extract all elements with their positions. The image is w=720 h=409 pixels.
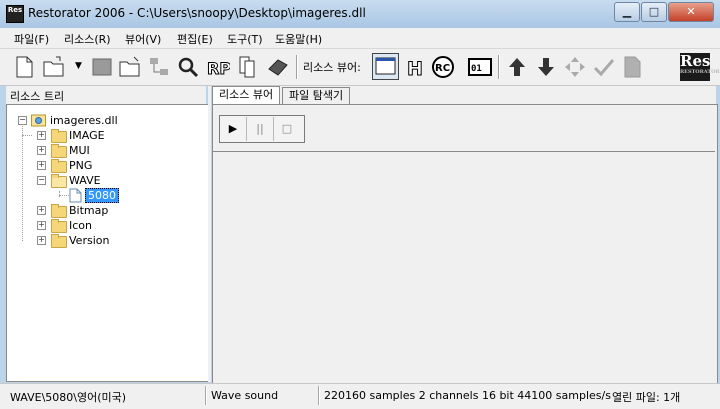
expand-icon[interactable]: + (37, 161, 46, 170)
tree-label: Bitmap (69, 204, 109, 217)
open-folder-icon (51, 174, 67, 188)
tree-structure-icon[interactable] (147, 55, 171, 79)
tree-line (22, 135, 32, 137)
expand-icon[interactable]: + (37, 146, 46, 155)
window-title: Restorator 2006 - C:\Users\snoopy\Deskto… (28, 6, 366, 20)
status-separator (318, 386, 320, 405)
toolbar: ▼ RP 리소스 뷰어: H RC 01 (0, 49, 720, 86)
status-bar: WAVE\5080\영어(미국) Wave sound 220160 sampl… (0, 383, 720, 409)
pane-splitter[interactable] (208, 86, 211, 382)
viewer-tabs: 리소스 뷰어 파일 탐색기 (212, 86, 716, 104)
tree-label: Version (69, 234, 110, 247)
tree-node-mui[interactable]: + MUI (7, 143, 207, 158)
menu-resource[interactable]: 리소스(R) (64, 31, 111, 47)
resource-viewer-label: 리소스 뷰어: (303, 61, 361, 74)
document-icon[interactable] (620, 55, 644, 79)
status-separator (205, 386, 207, 405)
tree-node-png[interactable]: + PNG (7, 158, 207, 173)
book-icon[interactable] (266, 55, 290, 79)
arrow-down-icon[interactable] (534, 55, 558, 79)
stop-button[interactable]: □ (274, 117, 300, 141)
expand-icon[interactable]: + (37, 206, 46, 215)
expand-icon[interactable]: + (37, 221, 46, 230)
menu-edit[interactable]: 편집(E) (177, 31, 213, 47)
menu-viewer[interactable]: 뷰어(V) (125, 31, 161, 47)
checkmark-icon[interactable] (592, 55, 616, 79)
folder-icon (51, 219, 67, 233)
resource-tree-header: 리소스 트리 (6, 86, 206, 104)
svg-text:RP: RP (207, 59, 230, 78)
collapse-icon[interactable]: − (18, 116, 27, 125)
tree-label: IMAGE (69, 129, 105, 142)
expand-icon[interactable]: + (37, 131, 46, 140)
title-bar: Res Restorator 2006 - C:\Users\snoopy\De… (0, 0, 720, 29)
menu-file[interactable]: 파일(F) (14, 31, 49, 47)
dropdown-arrow-icon[interactable]: ▼ (75, 61, 82, 71)
folder-icon (51, 234, 67, 248)
status-info: 220160 samples 2 channels 16 bit 44100 s… (324, 389, 611, 402)
svg-text:01: 01 (471, 64, 482, 74)
tab-resource-viewer[interactable]: 리소스 뷰어 (212, 86, 281, 104)
pause-button[interactable]: || (247, 117, 274, 141)
status-path: WAVE\5080\영어(미국) (10, 391, 127, 404)
tree-node-5080[interactable]: 5080 (7, 188, 207, 203)
folder-icon (51, 204, 67, 218)
binary-mode-icon[interactable]: 01 (468, 55, 492, 79)
play-button[interactable]: ▶ (220, 117, 247, 141)
wave-display (213, 151, 715, 382)
dll-file-icon (31, 114, 46, 127)
toolbar-separator (498, 55, 500, 79)
status-open-files: 열린 파일: 1개 (612, 391, 681, 404)
tree-node-root[interactable]: − imageres.dll (7, 113, 207, 128)
toolbar-separator (296, 55, 298, 79)
maximize-button[interactable]: □ (641, 2, 667, 22)
wave-player: ▶ || □ (219, 115, 305, 143)
folder-icon (51, 144, 67, 158)
tree-node-version[interactable]: + Version (7, 233, 207, 248)
svg-text:H: H (407, 58, 423, 79)
resource-tree[interactable]: − imageres.dll + IMAGE + MUI + PNG − WAV… (6, 104, 209, 382)
menu-tools[interactable]: 도구(T) (227, 31, 263, 47)
app-icon[interactable]: Res (6, 5, 24, 23)
resource-tree-title: 리소스 트리 (10, 90, 65, 103)
tree-label-selected: 5080 (85, 188, 119, 203)
tree-label: Icon (69, 219, 92, 232)
open-folder-icon[interactable] (42, 55, 66, 79)
hex-mode-icon[interactable]: H (404, 55, 428, 80)
tree-label: MUI (69, 144, 90, 157)
viewer-mode-icon[interactable] (372, 53, 399, 80)
folder-icon (51, 159, 67, 173)
tree-node-wave[interactable]: − WAVE (7, 173, 207, 188)
svg-text:RC: RC (435, 63, 450, 74)
save-folder-icon[interactable] (118, 55, 142, 79)
rp-icon[interactable]: RP (206, 55, 231, 79)
close-file-icon[interactable] (90, 55, 114, 79)
menu-help[interactable]: 도움말(H) (275, 31, 322, 47)
tree-node-bitmap[interactable]: + Bitmap (7, 203, 207, 218)
expand-icon[interactable]: + (37, 236, 46, 245)
tree-label-root: imageres.dll (50, 114, 118, 127)
tree-line (59, 195, 69, 197)
tree-node-icon[interactable]: + Icon (7, 218, 207, 233)
tree-node-image[interactable]: + IMAGE (7, 128, 207, 143)
collapse-icon[interactable]: − (37, 176, 46, 185)
move-icon[interactable] (563, 55, 587, 79)
close-button[interactable]: ✕ (668, 2, 714, 22)
resource-viewer: ▶ || □ (212, 104, 718, 384)
folder-icon (51, 129, 67, 143)
tree-label: WAVE (69, 174, 101, 187)
tree-label: PNG (69, 159, 93, 172)
minimize-button[interactable]: ▁ (614, 2, 640, 22)
copy-icon[interactable] (236, 55, 260, 79)
restorator-logo: Res RESTORATOR (680, 53, 720, 81)
arrow-up-icon[interactable] (505, 55, 529, 79)
status-type: Wave sound (211, 389, 279, 402)
rc-mode-icon[interactable]: RC (431, 55, 455, 79)
menu-bar: 파일(F) 리소스(R) 뷰어(V) 편집(E) 도구(T) 도움말(H) (0, 28, 720, 49)
new-file-icon[interactable] (12, 55, 36, 79)
file-icon (69, 188, 82, 203)
tab-file-explorer[interactable]: 파일 탐색기 (282, 87, 351, 104)
search-icon[interactable] (176, 55, 200, 79)
